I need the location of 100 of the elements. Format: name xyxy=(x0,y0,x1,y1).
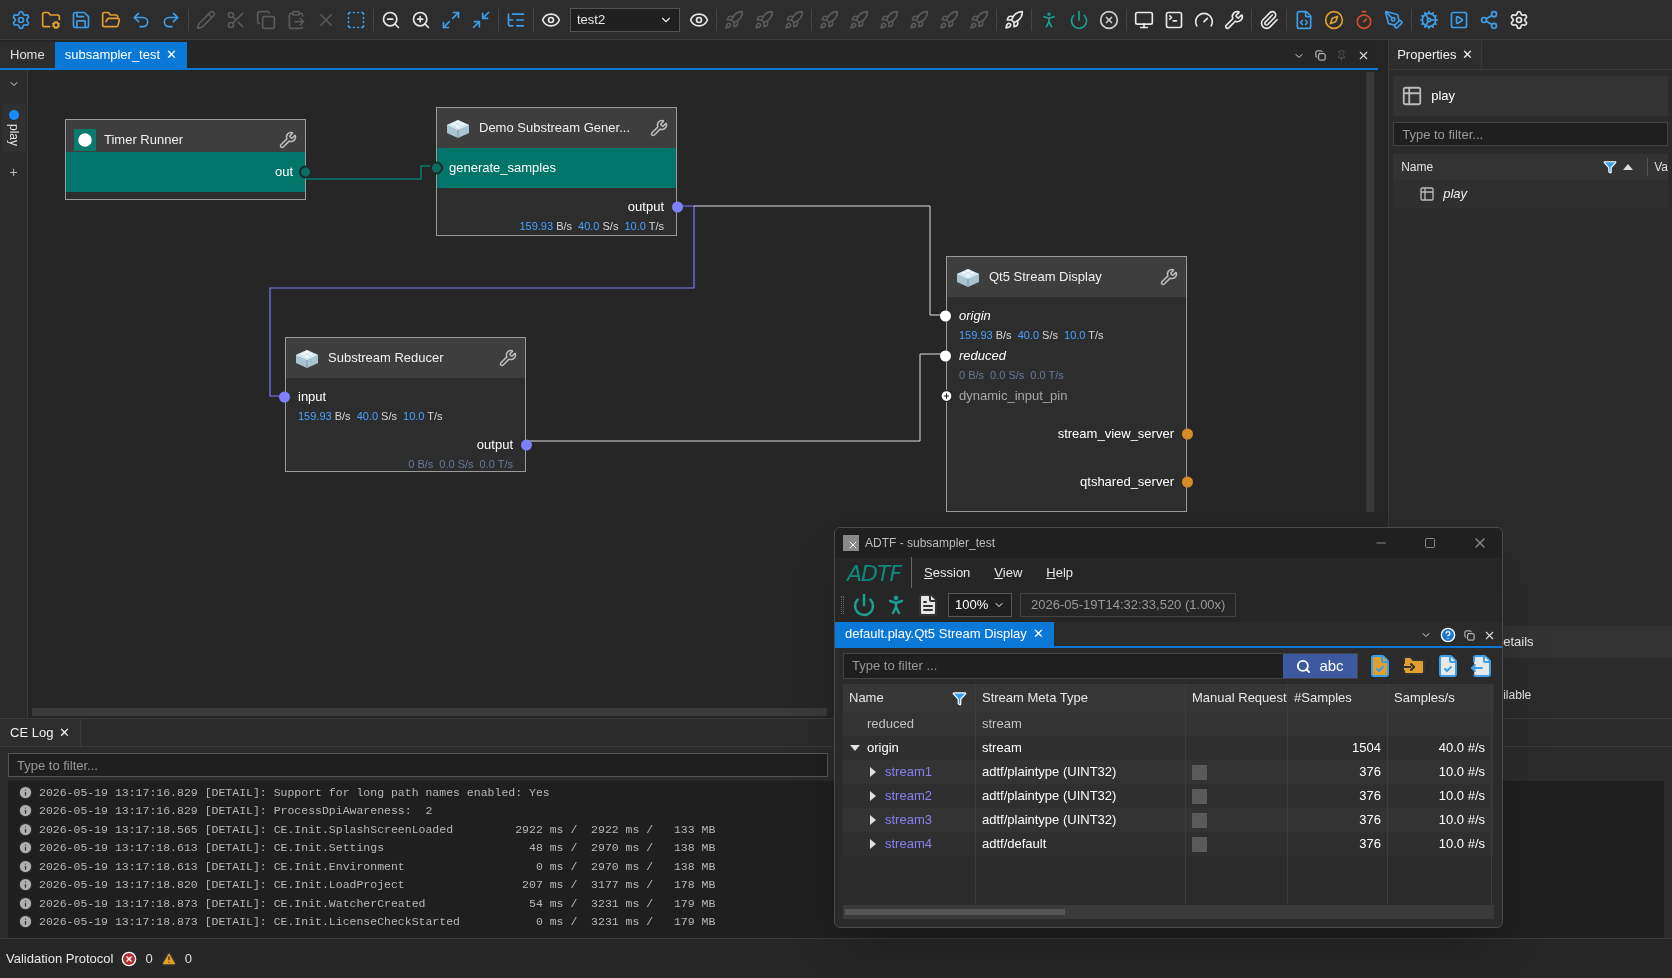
column-header[interactable]: Va xyxy=(1647,158,1668,176)
file-check-icon[interactable] xyxy=(1436,654,1460,678)
pin-handle[interactable] xyxy=(430,161,443,175)
brick-icon xyxy=(955,266,981,288)
column-header[interactable]: #Samples xyxy=(1294,688,1352,708)
document-icon[interactable] xyxy=(916,593,940,617)
info-icon xyxy=(18,840,33,856)
expander-icon[interactable] xyxy=(870,767,876,777)
close-icon[interactable]: ✕ xyxy=(166,45,178,65)
checkbox[interactable] xyxy=(1192,788,1207,804)
pin-label: generate_samples xyxy=(449,159,556,178)
document-tab[interactable]: subsampler_test ✕ xyxy=(54,42,188,68)
add-pin-icon[interactable] xyxy=(940,389,953,402)
tree-item[interactable]: play xyxy=(1393,180,1668,208)
stream-name[interactable]: stream4 xyxy=(885,834,932,854)
table-cell-text: stream xyxy=(982,739,1022,758)
gear-icon[interactable] xyxy=(10,8,32,31)
filter-icon[interactable] xyxy=(1603,160,1618,174)
pin-handle[interactable] xyxy=(672,201,683,212)
expander-icon[interactable] xyxy=(870,815,876,825)
pen-icon[interactable] xyxy=(1383,8,1405,31)
wrench-icon[interactable] xyxy=(650,119,668,137)
pin-handle[interactable] xyxy=(279,391,290,402)
file-export-icon[interactable] xyxy=(1470,654,1494,678)
compass-icon[interactable] xyxy=(1323,8,1345,31)
column-header[interactable]: Samples/s xyxy=(1394,688,1455,708)
restore-icon[interactable] xyxy=(1315,50,1327,61)
pin-handle[interactable] xyxy=(521,439,532,450)
menu-item[interactable]: Session xyxy=(924,563,971,583)
error-icon xyxy=(121,950,138,967)
stream-name[interactable]: stream2 xyxy=(885,786,932,806)
info-icon xyxy=(18,803,33,819)
brick-icon xyxy=(445,117,471,139)
table-cell-text: adtf/plaintype (UINT32) xyxy=(982,811,1117,830)
share-icon[interactable] xyxy=(1478,8,1500,31)
expander-icon[interactable] xyxy=(870,839,876,849)
node-title: Demo Substream Gener... xyxy=(479,119,631,138)
close-icon[interactable]: ✕ xyxy=(59,722,71,743)
pin-handle[interactable] xyxy=(1182,428,1193,440)
filter-field[interactable]: Type to filter ... abc xyxy=(843,653,1358,679)
menu-item[interactable]: View xyxy=(994,563,1023,583)
close-icon[interactable]: ✕ xyxy=(1032,624,1044,644)
filter-field[interactable]: Type to filter... xyxy=(8,753,828,777)
view-tab[interactable]: default.play.Qt5 Stream Display ✕ xyxy=(835,622,1054,646)
pin-statistics: 0 B/s 0.0 S/s 0.0 T/s xyxy=(407,457,514,473)
wrench-icon[interactable] xyxy=(1223,8,1245,31)
filter-icon[interactable] xyxy=(952,690,967,706)
pin-handle[interactable] xyxy=(1182,476,1193,488)
checkbox[interactable] xyxy=(1192,812,1207,828)
filter-field[interactable]: Type to filter... xyxy=(1393,122,1668,146)
table-cell-text: adtf/plaintype (UINT32) xyxy=(982,787,1117,806)
expander-icon[interactable] xyxy=(850,745,860,751)
maximize-icon[interactable] xyxy=(1424,537,1436,549)
stream-name[interactable]: stream3 xyxy=(885,810,932,830)
pin-handle[interactable] xyxy=(940,310,951,321)
column-header[interactable]: Manual Request xyxy=(1192,688,1287,708)
stream-name[interactable]: origin xyxy=(867,738,899,758)
help-icon[interactable] xyxy=(1440,627,1456,643)
rocket-icon[interactable] xyxy=(1003,8,1025,31)
pin-handle[interactable] xyxy=(940,350,951,361)
table-cell-text: stream xyxy=(982,715,1022,734)
profile-dropdown[interactable]: test2 xyxy=(570,7,680,32)
pin-label: stream_view_server xyxy=(1057,425,1174,444)
cancel-icon[interactable] xyxy=(1098,8,1120,31)
wrench-icon[interactable] xyxy=(279,131,297,149)
folder-icon[interactable] xyxy=(1402,654,1426,678)
log-line: 2026-05-19 13:17:16.829 [DETAIL]: ProcessDpiAwareness: 2 xyxy=(39,803,433,820)
search-button[interactable]: abc xyxy=(1283,654,1357,678)
paperclip-icon[interactable] xyxy=(1258,8,1280,31)
checkbox[interactable] xyxy=(1192,836,1207,852)
node-title: Substream Reducer xyxy=(328,349,445,368)
power-icon[interactable] xyxy=(1068,8,1090,31)
add-button[interactable]: + xyxy=(9,162,18,183)
log-line: 2026-05-19 13:17:18.820 [DETAIL]: CE.Init.LoadProject 207 ms / 3177 ms / 178 MB xyxy=(39,877,716,894)
cog-icon[interactable] xyxy=(1418,8,1440,31)
stream-name[interactable]: stream1 xyxy=(885,762,932,782)
pin-handle[interactable] xyxy=(299,165,312,179)
wrench-icon[interactable] xyxy=(1160,268,1178,286)
restore-icon[interactable] xyxy=(1464,629,1475,641)
table-cell-text: adtf/plaintype (UINT32) xyxy=(982,763,1117,782)
table-cell-text: 376 xyxy=(1359,835,1381,854)
wrench-icon[interactable] xyxy=(499,349,517,367)
zoom-dropdown[interactable]: 100% xyxy=(948,593,1012,617)
column-header[interactable]: Name xyxy=(1393,158,1604,176)
pin-label: output xyxy=(476,435,513,454)
close-icon[interactable]: ✕ xyxy=(1462,45,1474,65)
stream-name[interactable]: reduced xyxy=(867,714,914,734)
document-tab[interactable]: Home xyxy=(0,42,55,68)
horizontal-scrollbar[interactable] xyxy=(845,909,1065,915)
file-check-icon[interactable] xyxy=(1368,654,1392,678)
settings-icon[interactable] xyxy=(1508,8,1530,31)
checkbox[interactable] xyxy=(1192,764,1207,780)
column-header[interactable]: Stream Meta Type xyxy=(982,688,1088,708)
power-icon[interactable] xyxy=(852,593,876,617)
table-cell-text: 1504 xyxy=(1352,739,1381,758)
menu-item[interactable]: Help xyxy=(1046,563,1074,583)
expander-icon[interactable] xyxy=(870,791,876,801)
sort-icon[interactable] xyxy=(1623,164,1634,170)
side-tab[interactable]: play xyxy=(1,104,26,152)
column-header[interactable]: Name xyxy=(849,688,952,708)
